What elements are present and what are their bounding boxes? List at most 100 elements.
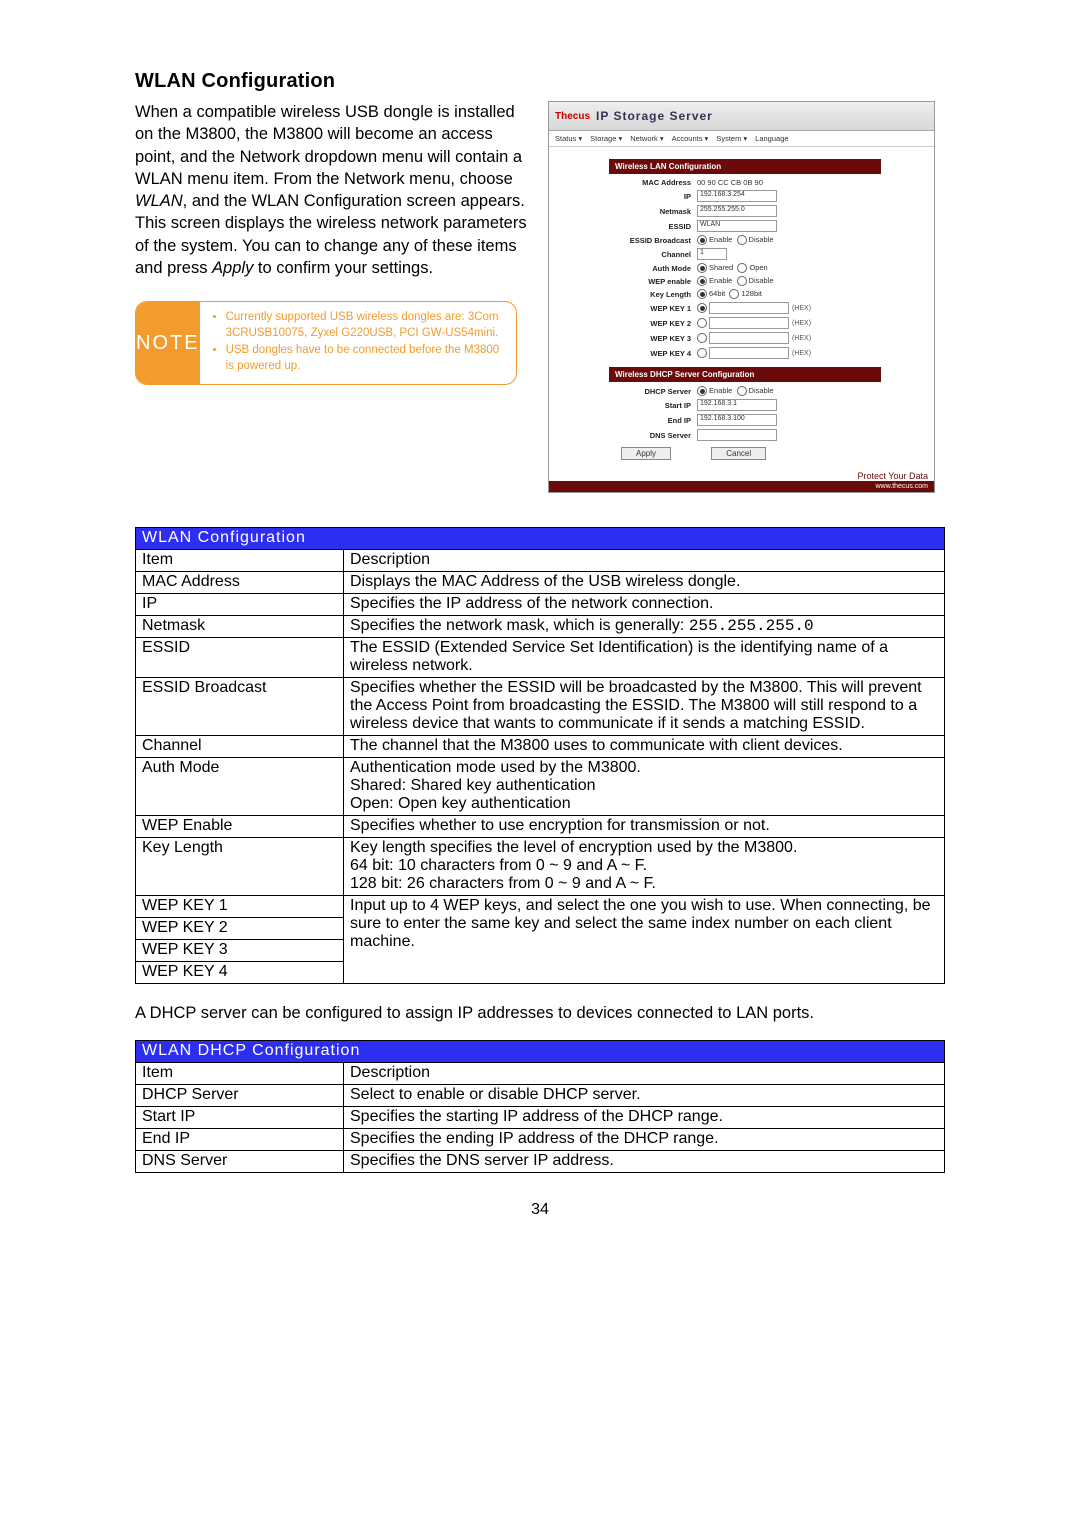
shot-body: Wireless LAN Configuration MAC Address00… [549, 147, 934, 468]
menu-item[interactable]: Storage ▾ [590, 134, 622, 143]
t1-item: IP [136, 594, 344, 616]
intro-paragraph: When a compatible wireless USB dongle is… [135, 101, 530, 279]
lbl-channel: Channel [609, 250, 697, 259]
radio-dhcp-en[interactable] [697, 386, 707, 396]
note-box: NOTE Currently supported USB wireless do… [135, 301, 517, 385]
shot-section-1: Wireless LAN Configuration [609, 159, 881, 174]
menu-item[interactable]: Accounts ▾ [672, 134, 709, 143]
menu-item[interactable]: Network ▾ [630, 134, 663, 143]
radio-dhcp-dis[interactable] [737, 386, 747, 396]
lbl-dns: DNS Server [609, 431, 697, 440]
t1-wep-item: WEP KEY 3 [136, 940, 344, 962]
t2-item: Start IP [136, 1107, 344, 1129]
radio-wep2[interactable] [697, 318, 707, 328]
t1-desc: Specifies whether to use encryption for … [344, 816, 945, 838]
txt-enable2: Enable [709, 276, 732, 285]
cancel-button[interactable]: Cancel [711, 447, 766, 460]
val-mac: 00 90 CC CB 0B 90 [697, 178, 763, 187]
lbl-wep2: WEP KEY 2 [609, 319, 697, 328]
t1-item: ESSID Broadcast [136, 678, 344, 736]
wep2-field[interactable] [709, 317, 789, 329]
radio-wep4[interactable] [697, 348, 707, 358]
channel-field[interactable]: 1 [697, 248, 727, 260]
radio-128[interactable] [729, 289, 739, 299]
lbl-wep3: WEP KEY 3 [609, 334, 697, 343]
apply-button[interactable]: Apply [621, 447, 671, 460]
dns-field[interactable] [697, 429, 777, 441]
lbl-auth: Auth Mode [609, 264, 697, 273]
txt-enable: Enable [709, 235, 732, 244]
top-row: When a compatible wireless USB dongle is… [135, 101, 945, 493]
shot-header: Thecus IP Storage Server [549, 102, 934, 131]
note-bullet: Currently supported USB wireless dongles… [226, 310, 506, 341]
intro-text-1: When a compatible wireless USB dongle is… [135, 103, 522, 188]
note-body: Currently supported USB wireless dongles… [200, 302, 516, 384]
screenshot: Thecus IP Storage Server Status ▾ Storag… [548, 101, 935, 493]
t1-item: MAC Address [136, 572, 344, 594]
endip-field[interactable]: 192.168.3.100 [697, 414, 777, 426]
wlan-dhcp-table: WLAN DHCP Configuration ItemDescription … [135, 1040, 945, 1173]
essid-field[interactable]: WLAN [697, 220, 777, 232]
menu-item[interactable]: Language [755, 134, 788, 143]
txt-disable3: Disable [749, 386, 774, 395]
txt-disable: Disable [749, 235, 774, 244]
intro-em-1: WLAN [135, 192, 183, 210]
wep3-field[interactable] [709, 332, 789, 344]
mid-paragraph: A DHCP server can be configured to assig… [135, 1002, 945, 1024]
shot-footer-1: Protect Your Data [549, 468, 934, 481]
t2-desc: Select to enable or disable DHCP server. [344, 1085, 945, 1107]
t1-wep-item: WEP KEY 4 [136, 962, 344, 984]
radio-wep-dis[interactable] [737, 276, 747, 286]
radio-wep3[interactable] [697, 333, 707, 343]
wep4-field[interactable] [709, 347, 789, 359]
th-desc: Description [344, 1063, 945, 1085]
netmask-field[interactable]: 255.255.255.0 [697, 205, 777, 217]
radio-disable[interactable] [737, 235, 747, 245]
note-label: NOTE [136, 302, 200, 384]
t1-desc: Specifies the IP address of the network … [344, 594, 945, 616]
lbl-keylen: Key Length [609, 290, 697, 299]
radio-64[interactable] [697, 289, 707, 299]
hex3: (HEX) [792, 335, 811, 342]
t1-desc: The ESSID (Extended Service Set Identifi… [344, 638, 945, 678]
t1-wep-item: WEP KEY 1 [136, 896, 344, 918]
page-title: WLAN Configuration [135, 70, 945, 93]
t2-item: DNS Server [136, 1151, 344, 1173]
t2-item: DHCP Server [136, 1085, 344, 1107]
ip-field[interactable]: 192.168.3.254 [697, 190, 777, 202]
menu-item[interactable]: Status ▾ [555, 134, 582, 143]
t1-desc: Specifies whether the ESSID will be broa… [344, 678, 945, 736]
wep1-field[interactable] [709, 302, 789, 314]
radio-enable[interactable] [697, 235, 707, 245]
radio-shared[interactable] [697, 263, 707, 273]
t1-desc: Authentication mode used by the M3800. S… [344, 758, 945, 816]
th-item: Item [136, 550, 344, 572]
txt-shared: Shared [709, 263, 733, 272]
hex1: (HEX) [792, 305, 811, 312]
radio-open[interactable] [737, 263, 747, 273]
lbl-essid: ESSID [609, 222, 697, 231]
th-item: Item [136, 1063, 344, 1085]
lbl-ip: IP [609, 192, 697, 201]
t1-item: Channel [136, 736, 344, 758]
hex2: (HEX) [792, 320, 811, 327]
txt-128: 128bit [741, 289, 761, 298]
left-column: When a compatible wireless USB dongle is… [135, 101, 530, 385]
t1-wep-item: WEP KEY 2 [136, 918, 344, 940]
t2-desc: Specifies the ending IP address of the D… [344, 1129, 945, 1151]
lbl-wep: WEP enable [609, 277, 697, 286]
lbl-wep1: WEP KEY 1 [609, 304, 697, 313]
lbl-netmask: Netmask [609, 207, 697, 216]
startip-field[interactable]: 192.168.3.1 [697, 399, 777, 411]
shot-section-2: Wireless DHCP Server Configuration [609, 367, 881, 382]
t2-desc: Specifies the DNS server IP address. [344, 1151, 945, 1173]
shot-logo: Thecus [555, 111, 590, 122]
radio-wep1[interactable] [697, 303, 707, 313]
lbl-start: Start IP [609, 401, 697, 410]
hex4: (HEX) [792, 350, 811, 357]
t1-item: Key Length [136, 838, 344, 896]
radio-wep-en[interactable] [697, 276, 707, 286]
menu-item[interactable]: System ▾ [716, 134, 747, 143]
lbl-wep4: WEP KEY 4 [609, 349, 697, 358]
button-row: Apply Cancel [609, 447, 924, 460]
